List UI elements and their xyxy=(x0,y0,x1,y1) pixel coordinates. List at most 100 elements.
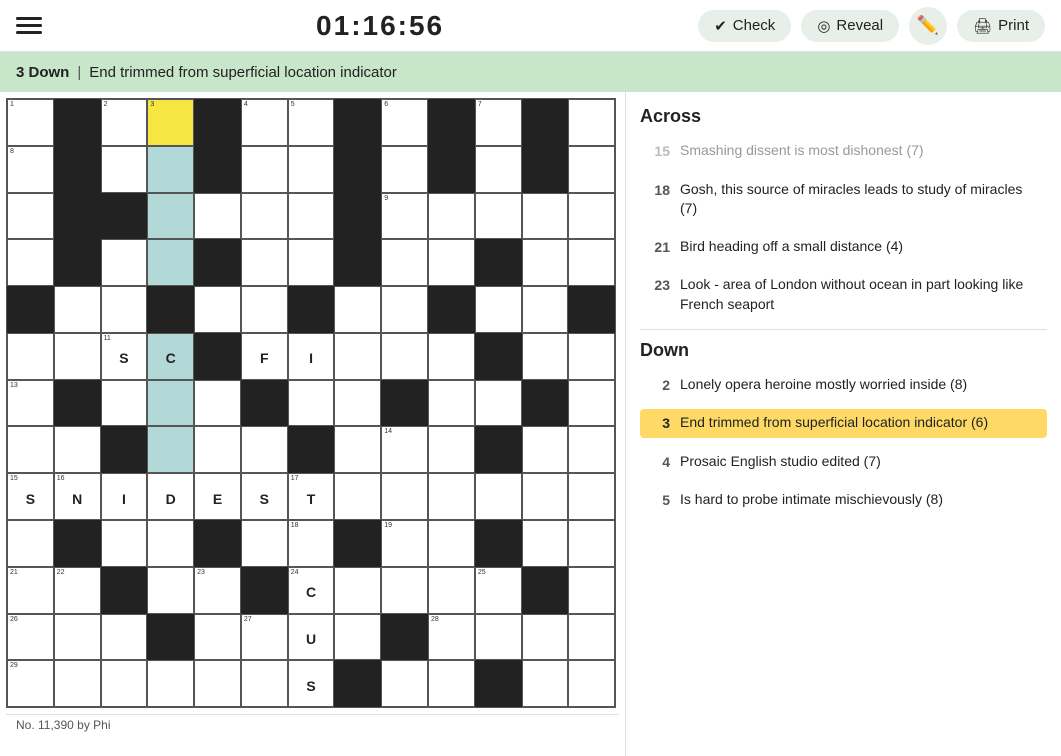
cell-4-8[interactable] xyxy=(381,286,428,333)
cell-11-11[interactable] xyxy=(522,614,569,661)
cell-2-8[interactable]: 9 xyxy=(381,193,428,240)
cell-11-4[interactable] xyxy=(194,614,241,661)
cell-9-0[interactable] xyxy=(7,520,54,567)
print-button[interactable]: 🖨 Print xyxy=(957,10,1045,42)
cell-3-5[interactable] xyxy=(241,239,288,286)
cell-7-9[interactable] xyxy=(428,426,475,473)
cell-2-0[interactable] xyxy=(7,193,54,240)
cell-8-6[interactable]: 17T xyxy=(288,473,335,520)
cell-2-12[interactable] xyxy=(568,193,615,240)
cell-2-9[interactable] xyxy=(428,193,475,240)
cell-11-10[interactable] xyxy=(475,614,522,661)
cell-4-5[interactable] xyxy=(241,286,288,333)
cell-2-4[interactable] xyxy=(194,193,241,240)
cell-6-4[interactable] xyxy=(194,380,241,427)
cell-8-2[interactable]: I xyxy=(101,473,148,520)
cell-1-3[interactable] xyxy=(147,146,194,193)
clue-down-3[interactable]: 3 End trimmed from superficial location … xyxy=(640,409,1047,438)
cell-8-7[interactable] xyxy=(334,473,381,520)
cell-12-11[interactable] xyxy=(522,660,569,707)
cell-10-8[interactable] xyxy=(381,567,428,614)
cell-6-7[interactable] xyxy=(334,380,381,427)
cell-1-5[interactable] xyxy=(241,146,288,193)
cell-7-7[interactable] xyxy=(334,426,381,473)
cell-10-10[interactable]: 25 xyxy=(475,567,522,614)
cell-5-12[interactable] xyxy=(568,333,615,380)
menu-button[interactable] xyxy=(16,17,42,34)
cell-12-0[interactable]: 29 xyxy=(7,660,54,707)
cell-7-1[interactable] xyxy=(54,426,101,473)
cell-12-4[interactable] xyxy=(194,660,241,707)
cell-0-12[interactable] xyxy=(568,99,615,146)
cell-12-6[interactable]: S xyxy=(288,660,335,707)
cell-6-10[interactable] xyxy=(475,380,522,427)
cell-5-9[interactable] xyxy=(428,333,475,380)
cell-8-1[interactable]: 16N xyxy=(54,473,101,520)
cell-1-12[interactable] xyxy=(568,146,615,193)
cell-0-10[interactable]: 7 xyxy=(475,99,522,146)
cell-4-1[interactable] xyxy=(54,286,101,333)
cell-8-5[interactable]: S xyxy=(241,473,288,520)
clue-across-18[interactable]: 18 Gosh, this source of miracles leads t… xyxy=(640,176,1047,223)
cell-9-6[interactable]: 18 xyxy=(288,520,335,567)
cell-1-0[interactable]: 8 xyxy=(7,146,54,193)
cell-11-12[interactable] xyxy=(568,614,615,661)
cell-11-7[interactable] xyxy=(334,614,381,661)
cell-3-2[interactable] xyxy=(101,239,148,286)
cell-7-3[interactable] xyxy=(147,426,194,473)
cell-12-1[interactable] xyxy=(54,660,101,707)
cell-0-5[interactable]: 4 xyxy=(241,99,288,146)
cell-0-6[interactable]: 5 xyxy=(288,99,335,146)
cell-8-12[interactable] xyxy=(568,473,615,520)
cell-6-0[interactable]: 13 xyxy=(7,380,54,427)
cell-9-5[interactable] xyxy=(241,520,288,567)
clue-across-23[interactable]: 23 Look - area of London without ocean i… xyxy=(640,271,1047,318)
cell-3-6[interactable] xyxy=(288,239,335,286)
cell-1-8[interactable] xyxy=(381,146,428,193)
crossword-grid[interactable]: 12345678911SCFI131415S16NIDES17T18192122… xyxy=(6,98,616,708)
cell-3-3[interactable] xyxy=(147,239,194,286)
clue-down-4[interactable]: 4 Prosaic English studio edited (7) xyxy=(640,448,1047,477)
clues-panel[interactable]: Across 15 Smashing dissent is most disho… xyxy=(625,92,1061,756)
cell-4-10[interactable] xyxy=(475,286,522,333)
cell-6-6[interactable] xyxy=(288,380,335,427)
cell-12-2[interactable] xyxy=(101,660,148,707)
cell-10-3[interactable] xyxy=(147,567,194,614)
cell-12-8[interactable] xyxy=(381,660,428,707)
cell-5-1[interactable] xyxy=(54,333,101,380)
cell-11-6[interactable]: U xyxy=(288,614,335,661)
reveal-button[interactable]: ◎ Reveal xyxy=(801,10,899,42)
cell-9-8[interactable]: 19 xyxy=(381,520,428,567)
cell-3-12[interactable] xyxy=(568,239,615,286)
cell-10-4[interactable]: 23 xyxy=(194,567,241,614)
cell-6-3[interactable] xyxy=(147,380,194,427)
cell-1-10[interactable] xyxy=(475,146,522,193)
cell-11-1[interactable] xyxy=(54,614,101,661)
cell-0-2[interactable]: 2 xyxy=(101,99,148,146)
cell-8-3[interactable]: D xyxy=(147,473,194,520)
cell-5-11[interactable] xyxy=(522,333,569,380)
cell-5-6[interactable]: I xyxy=(288,333,335,380)
cell-6-9[interactable] xyxy=(428,380,475,427)
cell-2-3[interactable] xyxy=(147,193,194,240)
cell-12-9[interactable] xyxy=(428,660,475,707)
cell-10-1[interactable]: 22 xyxy=(54,567,101,614)
cell-2-11[interactable] xyxy=(522,193,569,240)
cell-1-6[interactable] xyxy=(288,146,335,193)
cell-9-11[interactable] xyxy=(522,520,569,567)
cell-10-7[interactable] xyxy=(334,567,381,614)
cell-7-0[interactable] xyxy=(7,426,54,473)
cell-11-0[interactable]: 26 xyxy=(7,614,54,661)
cell-5-5[interactable]: F xyxy=(241,333,288,380)
cell-0-3[interactable]: 3 xyxy=(147,99,194,146)
cell-2-5[interactable] xyxy=(241,193,288,240)
cell-3-9[interactable] xyxy=(428,239,475,286)
cell-4-2[interactable] xyxy=(101,286,148,333)
cell-4-11[interactable] xyxy=(522,286,569,333)
cell-8-10[interactable] xyxy=(475,473,522,520)
cell-9-2[interactable] xyxy=(101,520,148,567)
cell-8-9[interactable] xyxy=(428,473,475,520)
cell-8-11[interactable] xyxy=(522,473,569,520)
cell-7-5[interactable] xyxy=(241,426,288,473)
cell-3-11[interactable] xyxy=(522,239,569,286)
